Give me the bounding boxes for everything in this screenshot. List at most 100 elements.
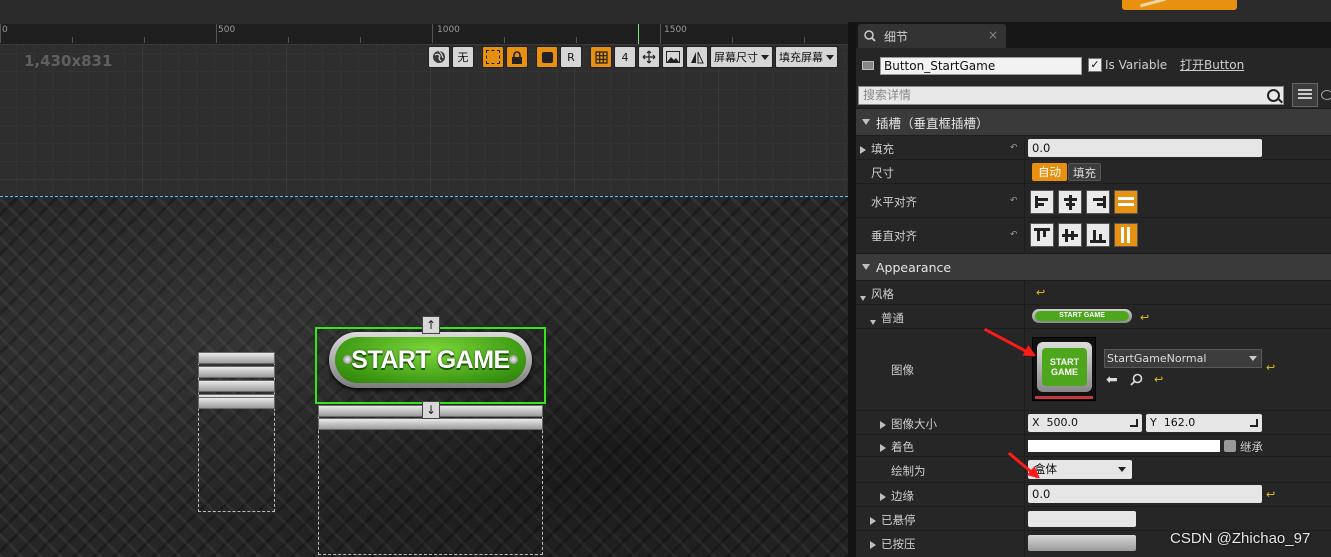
- halign-left-button[interactable]: [1030, 190, 1054, 214]
- panel-splitter[interactable]: [848, 22, 856, 557]
- normal-brush-thumbnail[interactable]: START GAME: [1032, 309, 1132, 323]
- eye-icon[interactable]: [1321, 90, 1331, 100]
- resolution-label: 1,430x831: [24, 52, 113, 70]
- reset-icon[interactable]: ↶: [1010, 197, 1018, 206]
- reset-to-default-icon[interactable]: ↩: [1266, 361, 1275, 374]
- expand-arrow-icon[interactable]: [880, 441, 886, 455]
- expand-arrow-icon[interactable]: [870, 538, 876, 552]
- r-toggle[interactable]: R: [560, 46, 582, 68]
- world-local-toggle[interactable]: [428, 46, 450, 68]
- halign-right-button[interactable]: [1086, 190, 1110, 214]
- screen-size-dropdown[interactable]: 屏幕尺寸: [710, 46, 773, 68]
- watermark: CSDN @Zhichao_97: [1170, 530, 1311, 547]
- valign-top-button[interactable]: [1030, 223, 1054, 247]
- valign-fill-button[interactable]: [1114, 223, 1138, 247]
- hovered-row: 已悬停: [856, 506, 1331, 531]
- stacked-button[interactable]: [198, 397, 275, 409]
- size-fill-button[interactable]: 填充: [1068, 163, 1101, 181]
- halign-fill-button[interactable]: [1114, 190, 1138, 214]
- start-game-button[interactable]: START GAME: [329, 332, 532, 388]
- globe-icon: [433, 50, 445, 63]
- close-icon[interactable]: ×: [988, 28, 998, 42]
- normal-row: 普通 START GAME ↩: [856, 304, 1331, 329]
- collapse-arrow-icon[interactable]: [870, 314, 876, 328]
- margin-field[interactable]: 0.0: [1028, 485, 1262, 503]
- hovered-brush-swatch[interactable]: [1028, 511, 1136, 527]
- pressed-brush-swatch[interactable]: [1028, 535, 1136, 551]
- appearance-section-title: Appearance: [876, 259, 952, 275]
- image-size-y-field[interactable]: Y 162.0: [1146, 414, 1262, 432]
- size-row: 尺寸 自动 填充: [856, 159, 1331, 184]
- outline-toggle[interactable]: [482, 46, 504, 68]
- collapse-arrow-icon[interactable]: [860, 290, 866, 304]
- stacked-button[interactable]: [198, 352, 275, 364]
- stacked-button[interactable]: [198, 366, 275, 378]
- halign-center-button[interactable]: [1058, 190, 1082, 214]
- expand-arrow-icon[interactable]: [870, 514, 876, 528]
- padding-label: 填充: [871, 142, 894, 156]
- reset-to-default-icon[interactable]: ↩: [1140, 311, 1149, 324]
- halign-label: 水平对齐: [871, 195, 917, 209]
- image-preview[interactable]: START GAME: [1032, 337, 1096, 401]
- ruler-cursor-marker: [638, 24, 639, 44]
- fill-screen-dropdown[interactable]: 填充屏幕: [775, 46, 838, 68]
- background-toggle[interactable]: [662, 46, 684, 68]
- normal-label: 普通: [881, 311, 904, 325]
- stacked-button[interactable]: [318, 418, 543, 430]
- grid-snap-toggle[interactable]: [590, 46, 612, 68]
- reset-to-default-icon[interactable]: ↩: [1154, 373, 1163, 386]
- move-up-handle[interactable]: ↑: [422, 316, 440, 334]
- top-toolbar-strip: [0, 0, 1331, 23]
- image-preview-art: START GAME: [1037, 342, 1092, 392]
- tint-color-swatch[interactable]: [1028, 440, 1220, 452]
- appearance-section-header[interactable]: Appearance: [856, 253, 1331, 280]
- valign-center-button[interactable]: [1058, 223, 1082, 247]
- transform-toggle[interactable]: [638, 46, 660, 68]
- chevron-down-icon: [1249, 356, 1257, 361]
- respect-locks-toggle[interactable]: [536, 46, 558, 68]
- valign-bottom-button[interactable]: [1086, 223, 1110, 247]
- compile-button[interactable]: [1122, 0, 1237, 10]
- inherit-toggle[interactable]: [1224, 440, 1236, 452]
- move-icon: [642, 50, 656, 64]
- draw-as-combobox[interactable]: 盒体: [1028, 460, 1132, 479]
- move-down-handle[interactable]: ↓: [422, 401, 440, 419]
- reset-icon[interactable]: ↶: [1010, 231, 1018, 240]
- open-button-link[interactable]: 打开Button: [1180, 56, 1244, 73]
- padding-field[interactable]: 0.0: [1028, 139, 1262, 157]
- lock-toggle[interactable]: [506, 46, 528, 68]
- image-row: 图像 START GAME StartGameNormal ⬅ ↩ ↩: [856, 328, 1331, 411]
- tint-row: 着色 继承: [856, 434, 1331, 457]
- snap-none-button[interactable]: 无: [452, 46, 474, 68]
- reset-to-default-icon[interactable]: ↩: [1036, 286, 1045, 299]
- thumbnail-text: START GAME: [1059, 312, 1105, 319]
- stacked-button[interactable]: [198, 380, 275, 392]
- expand-arrow-icon[interactable]: [860, 143, 866, 157]
- is-variable-checkbox[interactable]: ✓: [1088, 58, 1102, 72]
- search-input[interactable]: 搜索详情: [858, 86, 1284, 105]
- reset-icon[interactable]: ↶: [1010, 144, 1018, 153]
- expand-arrow-icon[interactable]: [880, 490, 886, 504]
- image-size-row: 图像大小 X 500.0 Y 162.0: [856, 410, 1331, 435]
- image-preview-text: START GAME: [1049, 357, 1080, 377]
- image-asset-combobox[interactable]: StartGameNormal: [1104, 349, 1262, 368]
- slot-section-header[interactable]: 插槽（垂直框插槽）: [856, 108, 1331, 135]
- draw-as-row: 绘制为 盒体: [856, 456, 1331, 483]
- browse-search-icon[interactable]: [1130, 373, 1143, 389]
- horizontal-ruler: 0 500 1000 1500: [0, 24, 848, 45]
- reset-to-default-icon[interactable]: ↩: [1266, 488, 1275, 501]
- collapse-arrow-icon: [862, 264, 870, 270]
- slot-section-title: 插槽（垂直框插槽）: [876, 115, 989, 131]
- size-auto-button[interactable]: 自动: [1032, 163, 1067, 181]
- expand-arrow-icon[interactable]: [880, 418, 886, 432]
- start-game-label: START GAME: [335, 337, 526, 383]
- image-size-x-field[interactable]: X 500.0: [1028, 414, 1142, 432]
- use-selected-arrow-icon[interactable]: ⬅: [1106, 372, 1118, 388]
- tab-details[interactable]: 细节 ×: [858, 24, 1006, 48]
- grid-snap-value[interactable]: 4: [614, 46, 636, 68]
- designer-viewport[interactable]: 0 500 1000 1500 1,430x831 无 R 4 屏幕尺寸 填充屏…: [0, 22, 848, 557]
- widget-name-input[interactable]: Button_StartGame: [880, 57, 1082, 75]
- mirror-toggle[interactable]: [686, 46, 708, 68]
- is-variable-label: Is Variable: [1105, 58, 1168, 72]
- view-options-button[interactable]: [1292, 83, 1318, 107]
